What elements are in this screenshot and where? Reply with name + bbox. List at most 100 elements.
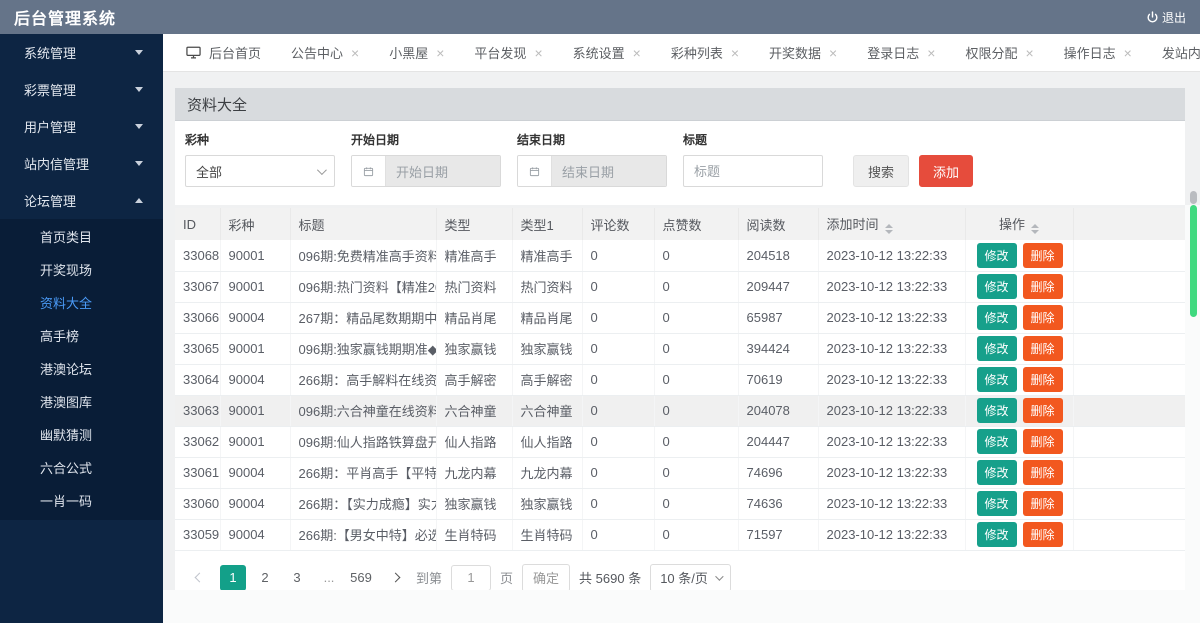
table-scrollbar-thumb[interactable] bbox=[1190, 205, 1197, 317]
caret-down-icon bbox=[135, 50, 143, 55]
page-scrollbar-thumb[interactable] bbox=[1190, 191, 1197, 204]
tab-close-icon[interactable]: × bbox=[731, 46, 739, 60]
column-header-2[interactable]: 标题 bbox=[290, 208, 436, 240]
cell-id: 33068 bbox=[175, 240, 220, 271]
goto-page-input[interactable] bbox=[451, 565, 491, 591]
edit-button[interactable]: 修改 bbox=[977, 398, 1017, 423]
submenu-item-3[interactable]: 高手榜 bbox=[0, 320, 163, 353]
add-button[interactable]: 添加 bbox=[919, 155, 973, 187]
sort-icon[interactable] bbox=[1031, 224, 1039, 234]
column-header-8[interactable]: 添加时间 bbox=[818, 208, 965, 240]
delete-button[interactable]: 删除 bbox=[1023, 367, 1063, 392]
filter-field-3: 标题 bbox=[683, 131, 823, 187]
logout-button[interactable]: 退出 bbox=[1146, 9, 1186, 26]
submenu-item-1[interactable]: 开奖现场 bbox=[0, 254, 163, 287]
confirm-button[interactable]: 确定 bbox=[522, 564, 570, 592]
tab-close-icon[interactable]: × bbox=[927, 46, 935, 60]
edit-button[interactable]: 修改 bbox=[977, 243, 1017, 268]
sidebar-item-2[interactable]: 用户管理 bbox=[0, 108, 163, 145]
sidebar-item-3[interactable]: 站内信管理 bbox=[0, 145, 163, 182]
lottery-select[interactable]: 全部 bbox=[185, 155, 335, 187]
delete-button[interactable]: 删除 bbox=[1023, 274, 1063, 299]
edit-button[interactable]: 修改 bbox=[977, 491, 1017, 516]
page-button-1[interactable]: 1 bbox=[220, 565, 246, 591]
tab-3[interactable]: 平台发现× bbox=[459, 34, 557, 71]
page-button-3[interactable]: 3 bbox=[284, 565, 310, 591]
tab-0[interactable]: 后台首页 bbox=[171, 34, 276, 71]
column-header-4[interactable]: 类型1 bbox=[512, 208, 582, 240]
edit-button[interactable]: 修改 bbox=[977, 522, 1017, 547]
tab-close-icon[interactable]: × bbox=[351, 46, 359, 60]
submenu-item-5[interactable]: 港澳图库 bbox=[0, 386, 163, 419]
delete-button[interactable]: 删除 bbox=[1023, 522, 1063, 547]
tab-4[interactable]: 系统设置× bbox=[558, 34, 656, 71]
edit-button[interactable]: 修改 bbox=[977, 429, 1017, 454]
tab-close-icon[interactable]: × bbox=[436, 46, 444, 60]
edit-button[interactable]: 修改 bbox=[977, 305, 1017, 330]
cell-actions: 修改删除 bbox=[965, 364, 1073, 395]
table-row-8: 3306090004266期：【实力成瘾】实力五肖独家赢钱独家赢钱0074636… bbox=[175, 488, 1185, 519]
submenu-item-2[interactable]: 资料大全 bbox=[0, 287, 163, 320]
submenu-item-0[interactable]: 首页类目 bbox=[0, 221, 163, 254]
column-header-0[interactable]: ID bbox=[175, 208, 220, 240]
delete-button[interactable]: 删除 bbox=[1023, 491, 1063, 516]
submenu-item-4[interactable]: 港澳论坛 bbox=[0, 353, 163, 386]
tab-close-icon[interactable]: × bbox=[633, 46, 641, 60]
delete-button[interactable]: 删除 bbox=[1023, 243, 1063, 268]
sort-icon[interactable] bbox=[885, 224, 893, 234]
delete-button[interactable]: 删除 bbox=[1023, 460, 1063, 485]
column-header-3[interactable]: 类型 bbox=[436, 208, 512, 240]
date-input-2[interactable]: 结束日期 bbox=[517, 155, 667, 187]
filter-fields: 彩种全部开始日期开始日期结束日期结束日期标题 bbox=[185, 131, 823, 187]
edit-button[interactable]: 修改 bbox=[977, 460, 1017, 485]
date-input-1[interactable]: 开始日期 bbox=[351, 155, 501, 187]
page-button-569[interactable]: 569 bbox=[348, 565, 374, 591]
column-header-5[interactable]: 评论数 bbox=[582, 208, 654, 240]
sidebar-item-0[interactable]: 系统管理 bbox=[0, 34, 163, 71]
tab-9[interactable]: 操作日志× bbox=[1049, 34, 1147, 71]
edit-button[interactable]: 修改 bbox=[977, 336, 1017, 361]
tab-close-icon[interactable]: × bbox=[534, 46, 542, 60]
column-header-1[interactable]: 彩种 bbox=[220, 208, 290, 240]
tab-2[interactable]: 小黑屋× bbox=[374, 34, 459, 71]
title-input[interactable] bbox=[683, 155, 823, 187]
tab-close-icon[interactable]: × bbox=[1025, 46, 1033, 60]
tab-10[interactable]: 发站内信 bbox=[1147, 34, 1200, 71]
sidebar-item-label: 彩票管理 bbox=[24, 80, 76, 99]
cell-time: 2023-10-12 13:22:33 bbox=[818, 333, 965, 364]
delete-button[interactable]: 删除 bbox=[1023, 336, 1063, 361]
edit-button[interactable]: 修改 bbox=[977, 367, 1017, 392]
submenu-item-7[interactable]: 六合公式 bbox=[0, 452, 163, 485]
tab-5[interactable]: 彩种列表× bbox=[656, 34, 754, 71]
tab-close-icon[interactable]: × bbox=[1124, 46, 1132, 60]
page-button-2[interactable]: 2 bbox=[252, 565, 278, 591]
next-page-button[interactable] bbox=[383, 565, 407, 591]
page-size-select[interactable]: 10 条/页 bbox=[650, 564, 731, 592]
delete-button[interactable]: 删除 bbox=[1023, 398, 1063, 423]
delete-button[interactable]: 删除 bbox=[1023, 305, 1063, 330]
tab-1[interactable]: 公告中心× bbox=[276, 34, 374, 71]
submenu-item-8[interactable]: 一肖一码 bbox=[0, 485, 163, 518]
cell-type: 精准高手 bbox=[436, 240, 512, 271]
column-header-7[interactable]: 阅读数 bbox=[738, 208, 818, 240]
cell-empty bbox=[1073, 395, 1185, 426]
sidebar-item-1[interactable]: 彩票管理 bbox=[0, 71, 163, 108]
calendar-icon bbox=[352, 156, 386, 186]
tab-close-icon[interactable]: × bbox=[829, 46, 837, 60]
column-header-9[interactable]: 操作 bbox=[965, 208, 1073, 240]
cell-reads: 70619 bbox=[738, 364, 818, 395]
tab-7[interactable]: 登录日志× bbox=[852, 34, 950, 71]
cell-empty bbox=[1073, 364, 1185, 395]
search-button[interactable]: 搜索 bbox=[853, 155, 909, 187]
data-table-card: ID彩种标题类型类型1评论数点赞数阅读数添加时间操作 3306890001096… bbox=[175, 208, 1185, 606]
sidebar-item-4[interactable]: 论坛管理 bbox=[0, 182, 163, 219]
column-header-6[interactable]: 点赞数 bbox=[654, 208, 738, 240]
tab-8[interactable]: 权限分配× bbox=[950, 34, 1048, 71]
tab-6[interactable]: 开奖数据× bbox=[754, 34, 852, 71]
prev-page-button[interactable] bbox=[187, 565, 211, 591]
edit-button[interactable]: 修改 bbox=[977, 274, 1017, 299]
submenu-item-6[interactable]: 幽默猜测 bbox=[0, 419, 163, 452]
delete-button[interactable]: 删除 bbox=[1023, 429, 1063, 454]
cell-comments: 0 bbox=[582, 457, 654, 488]
page-ellipsis: ... bbox=[316, 565, 342, 591]
